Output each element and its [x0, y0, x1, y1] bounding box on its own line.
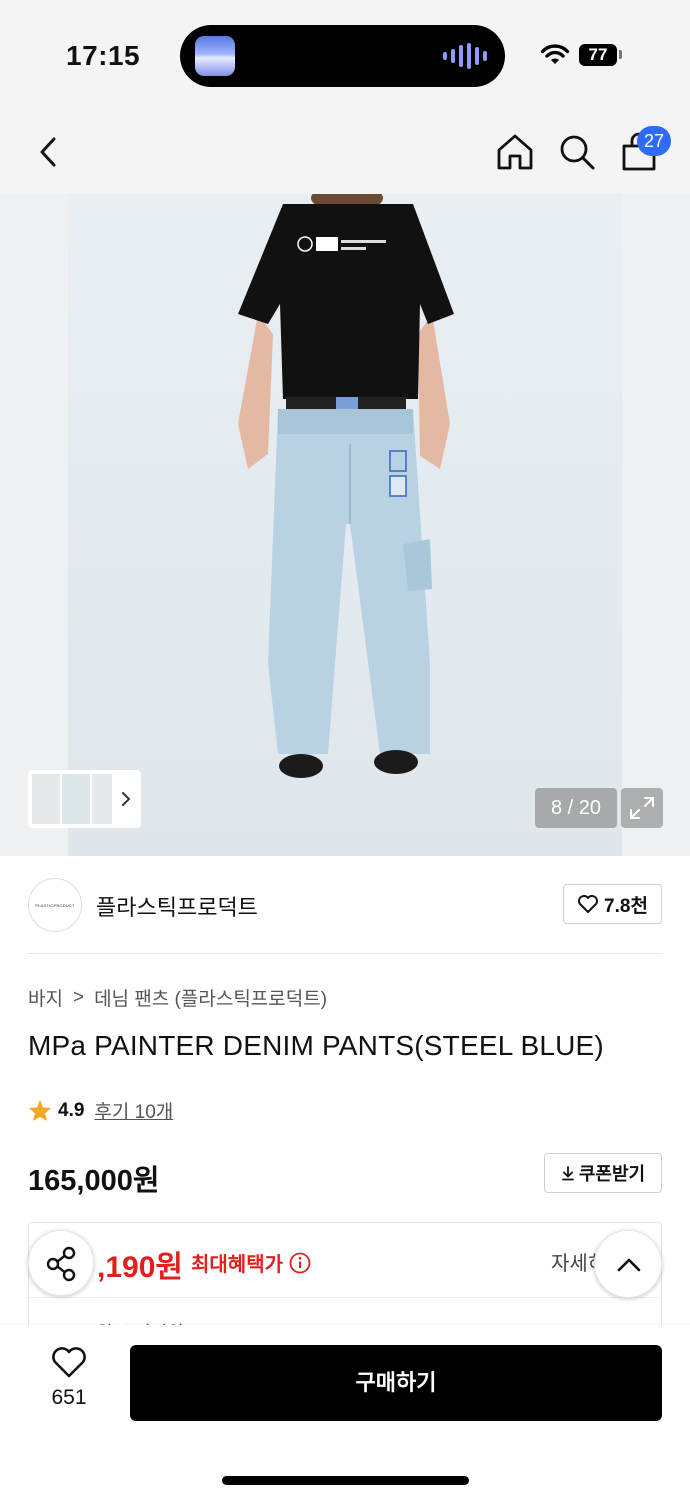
product-photo[interactable] [68, 194, 622, 856]
cart-count-badge: 27 [637, 126, 671, 156]
wifi-icon [540, 44, 570, 64]
max-benefit-price: ,190원 [97, 1251, 183, 1284]
breadcrumb: 바지 > 데님 팬츠 (플라스틱프로덕트) [28, 984, 327, 1011]
scroll-to-top-button[interactable] [594, 1230, 662, 1298]
product-image-gallery[interactable]: 8 / 20 [0, 194, 690, 856]
info-icon[interactable] [289, 1252, 311, 1274]
image-counter: 8 / 20 [535, 788, 617, 828]
buy-button[interactable]: 구매하기 [130, 1345, 662, 1421]
product-title: MPa PAINTER DENIM PANTS(STEEL BLUE) [28, 1030, 604, 1061]
heart-icon [578, 895, 599, 913]
divider [29, 1297, 661, 1298]
divider [28, 953, 662, 954]
search-icon[interactable] [556, 130, 598, 174]
wishlist-count: 651 [51, 1386, 87, 1409]
top-nav [0, 110, 690, 194]
model-illustration [238, 194, 454, 778]
audio-wave-icon [443, 43, 487, 69]
status-bar: 17:15 77 [0, 0, 690, 110]
wishlist-button[interactable]: 651 [36, 1345, 102, 1425]
thumbnail-image[interactable] [32, 774, 60, 824]
bottom-action-bar: 651 구매하기 [0, 1325, 690, 1500]
rating: 4.9 후기 10개 [28, 1097, 173, 1124]
brand-name[interactable]: 플라스틱프로덕트 [96, 890, 258, 922]
home-icon[interactable] [494, 130, 536, 174]
share-button[interactable] [28, 1230, 94, 1296]
thumbnail-strip[interactable] [28, 770, 141, 828]
chevron-right-icon[interactable] [120, 790, 132, 808]
chevron-up-icon [617, 1258, 641, 1272]
rating-score: 4.9 [58, 1099, 85, 1121]
max-benefit-box[interactable]: ,190원 최대혜택가 자세히 3,500원 쇼핑지원 [28, 1222, 662, 1342]
max-benefit-label-text: 최대혜택가 [191, 1254, 283, 1276]
heart-icon [52, 1347, 86, 1378]
reviews-link[interactable]: 후기 10개 [94, 1097, 173, 1124]
coupon-button[interactable]: 쿠폰받기 [544, 1153, 662, 1193]
thumbnail-image[interactable] [92, 774, 112, 824]
breadcrumb-separator: > [72, 986, 85, 1008]
status-time: 17:15 [66, 40, 141, 71]
thumbnail-image[interactable] [62, 774, 90, 824]
brand-logo[interactable]: PLASTICPRODUCT [28, 878, 82, 932]
battery-tip [619, 50, 622, 59]
star-icon [29, 1100, 51, 1121]
download-icon [561, 1166, 574, 1181]
brand-like-count: 7.8천 [604, 895, 648, 917]
dynamic-island [180, 25, 505, 87]
coupon-label: 쿠폰받기 [578, 1164, 646, 1184]
breadcrumb-category[interactable]: 바지 [28, 984, 63, 1011]
product-price: 165,000원 [28, 1165, 160, 1197]
battery-icon: 77 [579, 44, 617, 66]
brand-like-button[interactable]: 7.8천 [563, 884, 662, 924]
back-icon[interactable] [30, 130, 70, 174]
home-indicator [222, 1476, 469, 1485]
max-benefit-label: 최대혜택가 [191, 1248, 311, 1277]
now-playing-artwork [195, 36, 235, 76]
expand-icon[interactable] [621, 788, 663, 828]
share-icon [46, 1246, 76, 1282]
breadcrumb-subcategory[interactable]: 데님 팬츠 (플라스틱프로덕트) [94, 984, 327, 1011]
